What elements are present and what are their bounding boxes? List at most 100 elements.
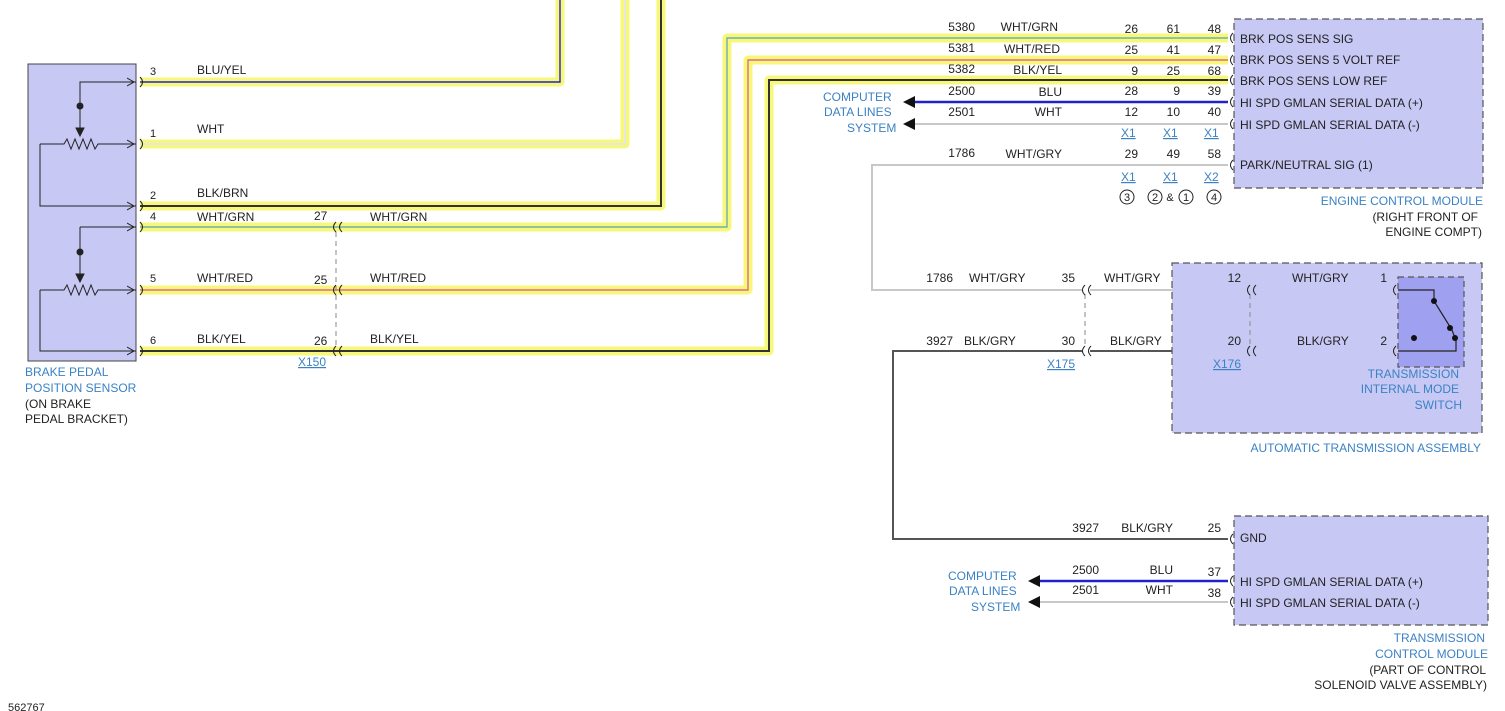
wire-color-after-x150-25: WHT/RED: [370, 271, 426, 285]
connector-x175[interactable]: 35 30 X175: [1047, 271, 1092, 371]
note-ampersand: &: [1166, 192, 1174, 204]
sensor-location-line2: PEDAL BRACKET): [25, 412, 128, 426]
tcm-pin-label-gnd: GND: [1240, 531, 1267, 545]
x175-pin: 35: [1062, 271, 1076, 285]
tcm-name-line1: TRANSMISSION: [1394, 631, 1485, 645]
ecm-pin-label-gmlan-plus: HI SPD GMLAN SERIAL DATA (+): [1240, 96, 1423, 110]
circuit-number: 5382: [948, 62, 975, 76]
ecm-location-line1: (RIGHT FRONT OF: [1372, 210, 1478, 224]
ecm-connector-link[interactable]: X1: [1121, 170, 1136, 184]
tcm-data-lines-line3[interactable]: SYSTEM: [971, 600, 1020, 614]
mode-switch-contact: [1452, 335, 1458, 341]
mode-switch-contact: [1447, 325, 1453, 331]
pin-col3: 68: [1208, 64, 1222, 78]
pin-col3: 40: [1208, 105, 1222, 119]
ecm-location-line2: ENGINE COMPT): [1385, 225, 1482, 239]
wire-color: WHT: [1146, 583, 1174, 597]
pin-col1: 28: [1125, 84, 1139, 98]
mode-switch-name-line2: INTERNAL MODE: [1361, 382, 1459, 396]
wire-color-pin4: WHT/GRN: [197, 210, 254, 224]
sensor-pin-3: 3: [150, 66, 156, 78]
ecm-data-lines-line3[interactable]: SYSTEM: [847, 121, 896, 135]
x176-pin: 20: [1228, 334, 1242, 348]
wire-color: BLK/GRY: [964, 334, 1016, 348]
pin-col2: 10: [1167, 105, 1181, 119]
wire-color: BLU: [1150, 563, 1173, 577]
x175-connector-link[interactable]: X175: [1047, 357, 1075, 371]
ecm-connector-link[interactable]: X2: [1204, 170, 1219, 184]
ecm-connector-link[interactable]: X1: [1163, 126, 1178, 140]
switch-pin: 1: [1380, 271, 1387, 285]
brake-pedal-position-sensor[interactable]: 3 BLU/YEL 1 WHT 2 BLK/BRN 4 WHT/GRN 5 WH…: [25, 63, 254, 426]
x176-connector-link[interactable]: X176: [1213, 357, 1241, 371]
wire-color: WHT/GRY: [1104, 271, 1160, 285]
ecm-data-lines-line1[interactable]: COMPUTER: [823, 90, 892, 104]
circuit-number: 5380: [948, 20, 975, 34]
circuit-number: 3927: [926, 334, 953, 348]
circuit-number: 1786: [948, 146, 975, 160]
note-marker: 2: [1152, 192, 1158, 204]
wire-color-pin1: WHT: [197, 122, 225, 136]
mode-switch-name-line1: TRANSMISSION: [1368, 367, 1459, 381]
tcm-pin: 37: [1208, 565, 1222, 579]
pin-col3: 47: [1208, 43, 1222, 57]
ecm-pin-label-5v-ref: BRK POS SENS 5 VOLT REF: [1240, 53, 1400, 67]
sensor-location-line1: (ON BRAKE: [25, 397, 91, 411]
circuit-number: 2501: [948, 105, 975, 119]
mode-switch-name-line3: SWITCH: [1415, 398, 1462, 412]
ecm-connector-link[interactable]: X1: [1163, 170, 1178, 184]
mode-switch-contact: [1411, 335, 1417, 341]
wire-pin2-core: [140, 0, 662, 207]
transmission-control-module[interactable]: GND HI SPD GMLAN SERIAL DATA (+) HI SPD …: [1230, 515, 1489, 692]
switch-pin: 2: [1380, 334, 1387, 348]
pin-col1: 12: [1125, 105, 1139, 119]
highlighted-wires: [140, 0, 1228, 356]
tcm-pin-label-gmlan-plus: HI SPD GMLAN SERIAL DATA (+): [1240, 575, 1423, 589]
pin-col3: 39: [1208, 84, 1222, 98]
pin-col1: 26: [1125, 22, 1139, 36]
pin-col2: 25: [1167, 64, 1181, 78]
tcm-location-line1: (PART OF CONTROL: [1369, 663, 1486, 677]
pin-col2: 9: [1173, 84, 1180, 98]
ecm-data-lines-line2[interactable]: DATA LINES: [824, 105, 892, 119]
circuit-number: 2501: [1072, 583, 1099, 597]
wire-color: WHT: [1035, 105, 1063, 119]
tcm-pin-label-gmlan-minus: HI SPD GMLAN SERIAL DATA (-): [1240, 596, 1420, 610]
sensor-name-line1: BRAKE PEDAL: [25, 365, 109, 379]
wire-5381-highlight: [140, 55, 1228, 295]
ecm-connector-link[interactable]: X1: [1204, 126, 1219, 140]
note-marker: 3: [1124, 192, 1130, 204]
wire-color-pin6: BLK/YEL: [197, 332, 246, 346]
tcm-data-lines-line2[interactable]: DATA LINES: [949, 584, 1017, 598]
figure-id: 562767: [8, 702, 45, 711]
wire-color: BLK/YEL: [1013, 63, 1062, 77]
ecm-connector-link[interactable]: X1: [1121, 126, 1136, 140]
wire-color: WHT/GRY: [1292, 271, 1348, 285]
pin-col3: 58: [1208, 147, 1222, 161]
tcm-data-lines-line1[interactable]: COMPUTER: [948, 569, 1017, 583]
wire-color: WHT/GRY: [1006, 147, 1062, 161]
ecm-pin-brackets: [1230, 32, 1234, 171]
sensor-pin-2: 2: [150, 190, 156, 202]
pin-col3: 48: [1208, 22, 1222, 36]
circuit-number: 2500: [1072, 563, 1099, 577]
x150-connector-link[interactable]: X150: [298, 355, 326, 369]
sensor-pin-6: 6: [150, 335, 156, 347]
wiring-diagram: 3 BLU/YEL 1 WHT 2 BLK/BRN 4 WHT/GRN 5 WH…: [8, 0, 1489, 711]
pin-col1: 29: [1125, 147, 1139, 161]
ecm-pin-label-gmlan-minus: HI SPD GMLAN SERIAL DATA (-): [1240, 118, 1420, 132]
tcm-pin: 25: [1208, 521, 1222, 535]
wire-color: WHT/RED: [1004, 42, 1060, 56]
wire-color: BLK/GRY: [1110, 334, 1162, 348]
x150-pin-26: 26: [314, 334, 328, 348]
x150-pin-25: 25: [314, 273, 328, 287]
mode-switch-contact: [1431, 298, 1437, 304]
wire-cores: [140, 0, 1228, 352]
wire-color-pin3: BLU/YEL: [197, 63, 247, 77]
wire-pin2-highlight: [140, 0, 666, 211]
tcm-data-wires: [1028, 575, 1228, 608]
tcm-name-line2: CONTROL MODULE: [1375, 647, 1488, 661]
engine-control-module[interactable]: BRK POS SENS SIG BRK POS SENS 5 VOLT REF…: [1230, 18, 1484, 239]
tcm-circuit-table: 3927 BLK/GRY 25 2500 BLU 37 2501 WHT 38: [1072, 521, 1221, 600]
wire-color: BLK/GRY: [1121, 521, 1173, 535]
